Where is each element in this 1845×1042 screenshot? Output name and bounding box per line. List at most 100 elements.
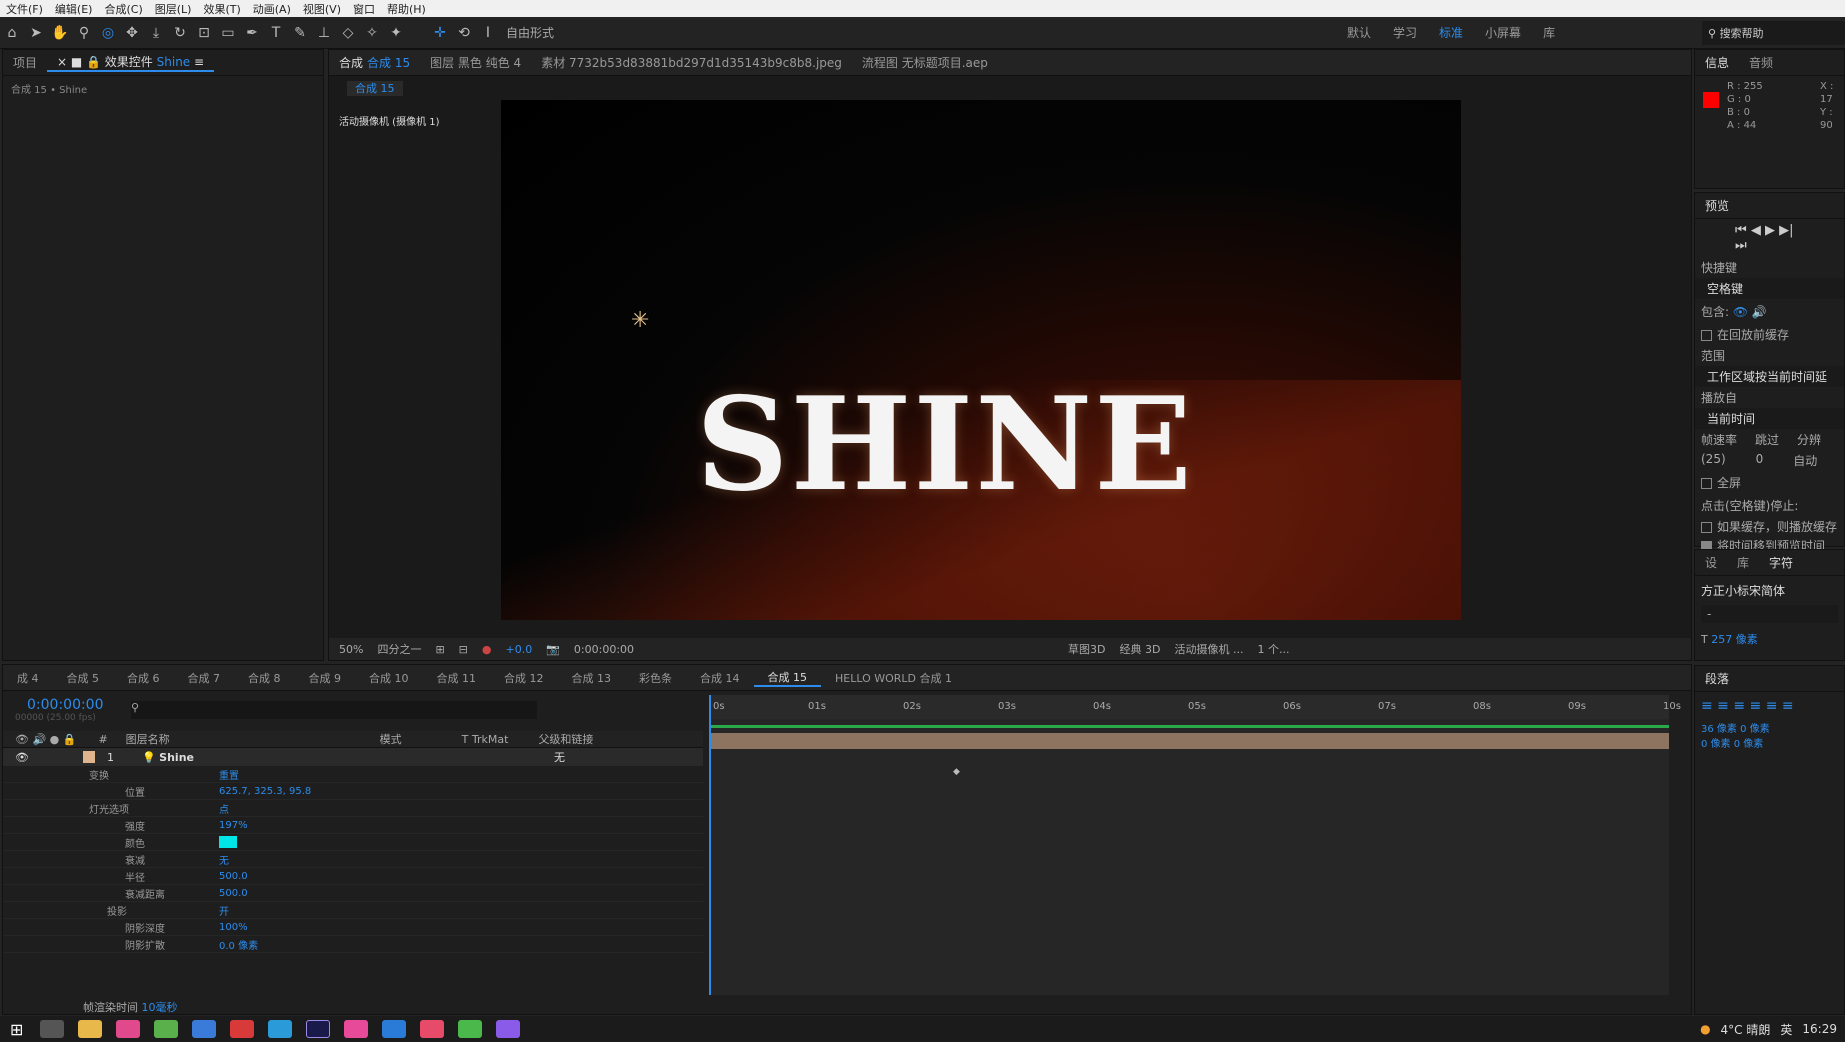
hand-tool-icon[interactable]: ✋ xyxy=(48,21,72,45)
property-value[interactable]: 625.7, 325.3, 95.8 xyxy=(219,786,311,797)
shortcut-select[interactable]: 空格键 xyxy=(1695,278,1844,299)
char-tab-1[interactable]: 库 xyxy=(1727,554,1759,571)
viewer-tab-3[interactable]: 素材 7732b53d83881bd297d1d35143b9c8b8.jpeg xyxy=(531,54,852,71)
bilibili-icon[interactable] xyxy=(420,1020,445,1038)
property-value[interactable]: 0.0 像素 xyxy=(219,937,258,952)
property-row[interactable]: 半径 500.0 xyxy=(3,868,703,885)
timeline-tab-13[interactable]: HELLO WORLD 合成 1 xyxy=(821,670,966,686)
camera-select[interactable]: 活动摄像机 ... xyxy=(1174,641,1243,657)
property-value[interactable]: 无 xyxy=(219,852,229,867)
property-row[interactable]: 衰减 无 xyxy=(3,851,703,868)
menu-item-4[interactable]: 效果(T) xyxy=(197,1,246,17)
color-icon[interactable]: ● xyxy=(482,643,492,656)
viewer-tab-2[interactable]: 图层 黑色 纯色 4 xyxy=(420,54,531,71)
property-value[interactable]: 197% xyxy=(219,820,248,831)
timeline-tab-3[interactable]: 合成 7 xyxy=(174,670,235,686)
layer-row[interactable]: 👁 1 💡 Shine 无 xyxy=(3,748,703,766)
menu-item-0[interactable]: 文件(F) xyxy=(0,1,49,17)
keyframe-icon[interactable]: ◆ xyxy=(953,767,960,777)
workspace-3[interactable]: 小屏幕 xyxy=(1485,24,1521,41)
menu-item-8[interactable]: 帮助(H) xyxy=(381,1,432,17)
tab-effect-controls[interactable]: × ■ 🔒 效果控件 Shine ≡ xyxy=(47,53,215,72)
menu-item-3[interactable]: 图层(L) xyxy=(149,1,198,17)
menu-item-2[interactable]: 合成(C) xyxy=(98,1,148,17)
property-value[interactable]: 点 xyxy=(219,801,229,816)
pan-tool-icon[interactable]: ✥ xyxy=(120,21,144,45)
mail-icon[interactable] xyxy=(192,1020,217,1038)
property-row[interactable]: 变换 重置 xyxy=(3,766,703,783)
range-select[interactable]: 工作区域按当前时间延 xyxy=(1695,366,1844,387)
playback-controls[interactable]: ⏮ ◀ ▶ ▶| ⏭ xyxy=(1695,219,1844,257)
grid-icon[interactable]: ⊞ xyxy=(435,643,444,656)
timeline-tab-5[interactable]: 合成 9 xyxy=(295,670,356,686)
timeline-tab-4[interactable]: 合成 8 xyxy=(234,670,295,686)
app2-icon[interactable] xyxy=(344,1020,369,1038)
property-value[interactable]: 100% xyxy=(219,922,248,933)
rotate-tool-icon[interactable]: ↻ xyxy=(168,21,192,45)
edge-icon[interactable] xyxy=(268,1020,293,1038)
workspace-1[interactable]: 学习 xyxy=(1393,24,1417,41)
layer-search-input[interactable]: ⚲ xyxy=(131,701,537,719)
indent-fields[interactable]: 36 像素 0 像素 0 像素 0 像素 xyxy=(1695,720,1844,750)
property-row[interactable]: 灯光选项 点 xyxy=(3,800,703,817)
color-swatch[interactable] xyxy=(219,836,237,848)
property-row[interactable]: 衰减距离 500.0 xyxy=(3,885,703,902)
char-tab-2[interactable]: 字符 xyxy=(1759,554,1803,571)
layer-duration-bar[interactable] xyxy=(709,733,1669,749)
stamp-tool-icon[interactable]: ⊥ xyxy=(312,21,336,45)
fullscreen-checkbox[interactable]: 全屏 xyxy=(1695,471,1844,494)
font-size[interactable]: T 257 像素 xyxy=(1695,623,1844,655)
taskview-icon[interactable] xyxy=(40,1020,65,1038)
menu-item-5[interactable]: 动画(A) xyxy=(247,1,297,17)
subtab-comp[interactable]: 合成 15 xyxy=(347,81,403,96)
explorer-icon[interactable] xyxy=(78,1020,103,1038)
eraser-tool-icon[interactable]: ◇ xyxy=(336,21,360,45)
chrome-icon[interactable] xyxy=(154,1020,179,1038)
cache-checkbox[interactable]: 在回放前缓存 xyxy=(1695,324,1844,345)
playhead[interactable] xyxy=(709,695,711,995)
xbox-icon[interactable] xyxy=(458,1020,483,1038)
axis-icon[interactable]: ✛ xyxy=(428,21,452,45)
views-select[interactable]: 1 个... xyxy=(1257,641,1289,657)
resolution-select[interactable]: 四分之一 xyxy=(377,641,421,657)
current-time[interactable]: 0:00:00:00 xyxy=(27,697,104,713)
after-effects-icon[interactable] xyxy=(306,1020,331,1038)
weather-label[interactable]: 4°C 晴朗 xyxy=(1721,1021,1771,1038)
align-buttons[interactable]: ≡ ≡ ≡ ≡ ≡ ≡ xyxy=(1695,692,1844,720)
viewer-tab-0[interactable]: 合成 xyxy=(329,54,367,71)
search-help-input[interactable]: ⚲ 搜索帮助 xyxy=(1702,21,1845,45)
mask-icon[interactable]: ⊟ xyxy=(459,643,468,656)
property-value[interactable]: 500.0 xyxy=(219,871,248,882)
if-cache-checkbox[interactable]: 如果缓存，则播放缓存 xyxy=(1695,517,1844,536)
property-row[interactable]: 阴影扩散 0.0 像素 xyxy=(3,936,703,953)
viewer-tab-4[interactable]: 流程图 无标题项目.aep xyxy=(852,54,998,71)
puppet-tool-icon[interactable]: ✦ xyxy=(384,21,408,45)
timeline-tab-1[interactable]: 合成 5 xyxy=(53,670,114,686)
dolly-tool-icon[interactable]: ⤓ xyxy=(144,21,168,45)
app-icon[interactable] xyxy=(116,1020,141,1038)
timeline-tab-11[interactable]: 合成 14 xyxy=(686,670,754,686)
selection-tool-icon[interactable]: ➤ xyxy=(24,21,48,45)
menu-item-1[interactable]: 编辑(E) xyxy=(49,1,99,17)
workspace-4[interactable]: 库 xyxy=(1543,24,1555,41)
fps-values[interactable]: (25) 0 自动 xyxy=(1695,450,1844,471)
snapshot-icon[interactable]: 📷 xyxy=(546,643,560,656)
netease-icon[interactable] xyxy=(230,1020,255,1038)
view-axis-icon[interactable]: I xyxy=(476,21,500,45)
pen-tool-icon[interactable]: ✒ xyxy=(240,21,264,45)
time-graph[interactable]: 0s 01s 02s 03s 04s 05s 06s 07s 08s 09s 10s ◆ xyxy=(709,695,1681,995)
text-tool-icon[interactable]: T xyxy=(264,21,288,45)
char-tab-0[interactable]: 设 xyxy=(1695,554,1727,571)
property-row[interactable]: 颜色 xyxy=(3,834,703,851)
exposure-value[interactable]: +0.0 xyxy=(506,643,533,656)
property-row[interactable]: 强度 197% xyxy=(3,817,703,834)
timeline-tab-8[interactable]: 合成 12 xyxy=(490,670,558,686)
property-value[interactable]: 500.0 xyxy=(219,888,248,899)
timeline-tab-6[interactable]: 合成 10 xyxy=(355,670,423,686)
windows-start-icon[interactable]: ⊞ xyxy=(10,1020,23,1039)
brush-tool-icon[interactable]: ✎ xyxy=(288,21,312,45)
roto-tool-icon[interactable]: ✧ xyxy=(360,21,384,45)
property-row[interactable]: 阴影深度 100% xyxy=(3,919,703,936)
anchor-tool-icon[interactable]: ⊡ xyxy=(192,21,216,45)
tab-project[interactable]: 项目 xyxy=(3,54,47,71)
